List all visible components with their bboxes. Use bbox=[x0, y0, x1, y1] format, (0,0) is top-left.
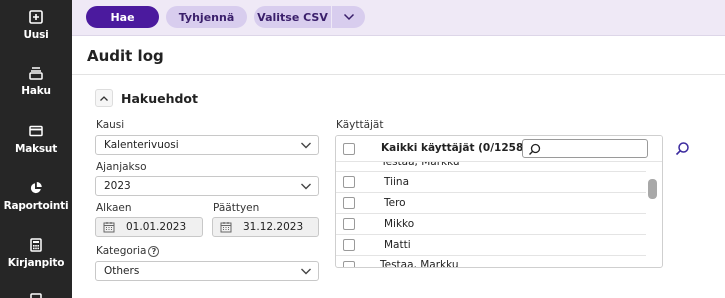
list-item[interactable]: Matti bbox=[336, 235, 646, 256]
inbox-stack-icon bbox=[29, 67, 43, 80]
toolbar: Hae Tyhjennä Valitse CSV bbox=[72, 0, 725, 36]
chevron-up-icon bbox=[100, 95, 108, 101]
users-list-header: Kaikki käyttäjät (0/1258) bbox=[336, 136, 662, 162]
calculator-icon bbox=[30, 238, 42, 252]
user-name: Mikko bbox=[384, 218, 415, 230]
plus-square-icon bbox=[29, 10, 43, 24]
section-title: Hakuehdot bbox=[121, 91, 198, 106]
chevron-down-icon bbox=[301, 142, 311, 149]
users-header-title: Kaikki käyttäjät (0/1258) bbox=[381, 142, 529, 154]
chevron-down-icon bbox=[301, 183, 311, 190]
end-date-field[interactable]: 31.12.2023 bbox=[212, 217, 319, 237]
users-scrollbar-thumb[interactable] bbox=[648, 179, 657, 199]
chevron-down-icon bbox=[343, 13, 354, 21]
page-title: Audit log bbox=[87, 47, 164, 65]
sidebar-item-label: Kirjanpito bbox=[7, 257, 65, 269]
user-checkbox[interactable] bbox=[343, 261, 355, 267]
sidebar-item-uusi[interactable]: Uusi bbox=[0, 0, 72, 56]
user-name: Tiina bbox=[384, 176, 410, 188]
sidebar-item-raportointi[interactable]: Raportointi bbox=[0, 171, 72, 227]
year-select[interactable]: 2023 bbox=[95, 176, 319, 196]
category-select[interactable]: Others bbox=[95, 261, 319, 281]
end-date-value: 31.12.2023 bbox=[243, 221, 304, 233]
sidebar-item-label: Maksut bbox=[14, 143, 58, 155]
year-value: 2023 bbox=[104, 180, 131, 192]
document-icon bbox=[30, 293, 42, 298]
users-list: Kaikki käyttäjät (0/1258) Testaa, Markku… bbox=[335, 135, 663, 268]
sidebar-item-label: Raportointi bbox=[3, 200, 69, 212]
category-label: Kategoria bbox=[96, 245, 147, 257]
clear-button[interactable]: Tyhjennä bbox=[166, 6, 247, 28]
user-checkbox[interactable] bbox=[343, 239, 355, 251]
start-date-field[interactable]: 01.01.2023 bbox=[95, 217, 203, 237]
sidebar-item-maksut[interactable]: Maksut bbox=[0, 114, 72, 170]
user-checkbox[interactable] bbox=[343, 218, 355, 230]
sidebar-item-kirjanpito[interactable]: Kirjanpito bbox=[0, 228, 72, 284]
collapse-section-button[interactable] bbox=[95, 89, 113, 107]
user-checkbox[interactable] bbox=[343, 197, 355, 209]
list-item[interactable]: Mikko bbox=[336, 214, 646, 235]
calendar-icon bbox=[103, 222, 115, 233]
user-name: Tero bbox=[384, 197, 406, 209]
select-csv-button[interactable]: Valitse CSV bbox=[254, 6, 331, 28]
start-date-label: Alkaen bbox=[96, 202, 132, 214]
select-all-checkbox[interactable] bbox=[343, 143, 355, 155]
category-value: Others bbox=[104, 265, 140, 277]
list-item[interactable]: Tero bbox=[336, 193, 646, 214]
csv-button-group: Valitse CSV bbox=[254, 6, 365, 28]
users-search-input[interactable] bbox=[522, 139, 648, 158]
sidebar-item-label: Uusi bbox=[23, 29, 49, 41]
search-button[interactable]: Hae bbox=[86, 6, 159, 28]
sidebar-item-haku[interactable]: Haku bbox=[0, 56, 72, 112]
list-item[interactable]: Tiina bbox=[336, 172, 646, 193]
csv-dropdown-button[interactable] bbox=[332, 6, 365, 28]
pie-chart-icon bbox=[30, 182, 42, 194]
year-label: Ajanjakso bbox=[96, 161, 147, 173]
sidebar-item-partial[interactable] bbox=[0, 285, 72, 298]
start-date-value: 01.01.2023 bbox=[126, 221, 187, 233]
list-item[interactable]: Testaa, Markku bbox=[336, 256, 646, 268]
search-icon[interactable] bbox=[674, 141, 690, 157]
user-name: Matti bbox=[384, 239, 411, 251]
sidebar-item-label: Haku bbox=[21, 85, 51, 97]
sidebar: Uusi Haku Maksut Raportointi Kirjanpito bbox=[0, 0, 72, 298]
user-checkbox[interactable] bbox=[343, 176, 355, 188]
user-name: Testaa, Markku bbox=[380, 259, 459, 268]
end-date-label: Päättyen bbox=[213, 202, 260, 214]
period-select[interactable]: Kalenterivuosi bbox=[95, 135, 319, 155]
category-label-row: Kategoria? bbox=[96, 245, 160, 257]
period-value: Kalenterivuosi bbox=[104, 139, 179, 151]
credit-card-icon bbox=[29, 125, 43, 137]
users-label: Käyttäjät bbox=[336, 119, 384, 131]
period-label: Kausi bbox=[96, 119, 125, 131]
calendar-icon bbox=[220, 222, 232, 233]
help-icon[interactable]: ? bbox=[148, 246, 160, 257]
title-divider bbox=[72, 74, 725, 75]
search-icon bbox=[529, 143, 541, 155]
chevron-down-icon bbox=[301, 268, 311, 275]
